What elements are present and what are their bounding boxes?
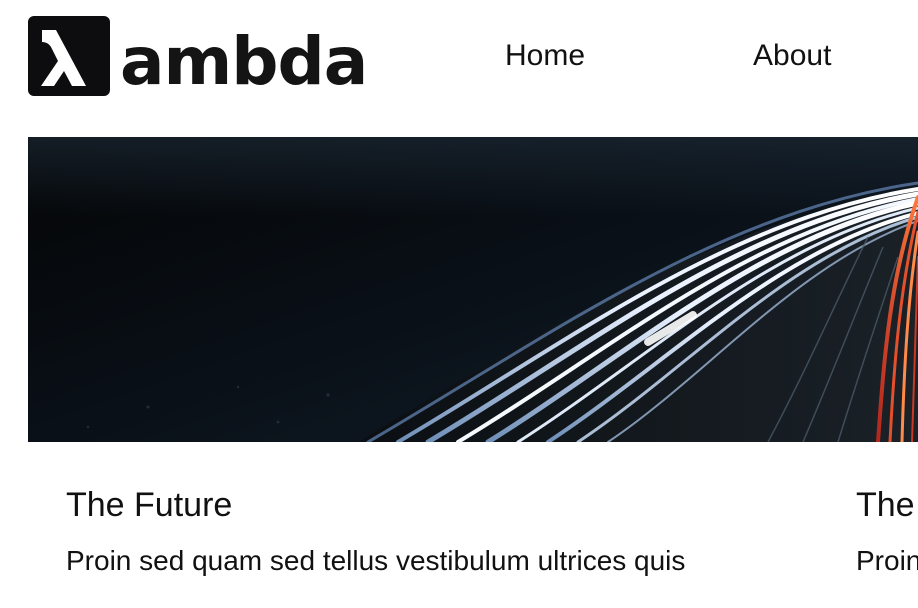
article-excerpt: Proin sed quam sed tellus vestibulum ult… [66, 545, 686, 576]
logo-wordmark: ambda [120, 23, 368, 100]
page: ambda Home About The Future Proin sed qu… [0, 0, 918, 608]
article-card: The Future Proin sed quam sed tellus ves… [66, 482, 806, 580]
nav-link-about[interactable]: About [753, 36, 831, 76]
nav-link-home[interactable]: Home [505, 36, 585, 76]
hero-image [28, 137, 918, 442]
article-excerpt: Proin [856, 545, 918, 576]
article-card: The Proin [856, 482, 918, 580]
logo-link[interactable]: ambda [28, 16, 368, 98]
article-title[interactable]: The [856, 482, 918, 528]
lambda-logo-icon [28, 16, 110, 96]
article-title[interactable]: The Future [66, 482, 806, 528]
